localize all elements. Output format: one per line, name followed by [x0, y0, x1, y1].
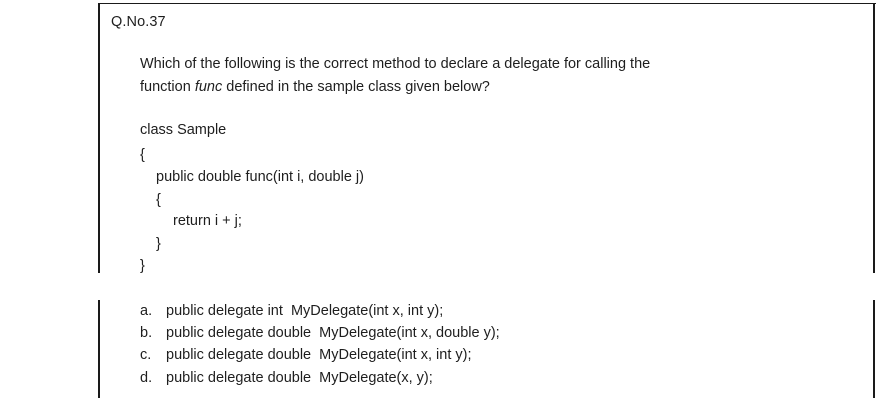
upper-left-border [98, 3, 100, 273]
code-line-open-brace: { [140, 147, 145, 163]
question-line-2: function func defined in the sample clas… [140, 76, 780, 99]
option-c[interactable]: c. public delegate double MyDelegate(int … [140, 345, 471, 365]
function-name: func [194, 79, 223, 95]
option-b[interactable]: b. public delegate double MyDelegate(int … [140, 323, 500, 343]
question-line-2-end: defined in the sample class given below? [222, 79, 490, 95]
code-line-method-close-brace: } [156, 236, 161, 252]
code-line-method: public double func(int i, double j) [156, 169, 364, 185]
code-line-class: class Sample [140, 122, 227, 138]
option-text: public delegate int MyDelegate(int x, in… [166, 303, 444, 319]
question-page: Q.No.37 Which of the following is the co… [0, 0, 884, 419]
option-letter: c. [140, 347, 152, 363]
lower-left-border [98, 300, 100, 398]
question-number: Q.No.37 [111, 14, 166, 30]
option-d[interactable]: d. public delegate double MyDelegate(x, y… [140, 368, 433, 388]
option-letter: b. [140, 325, 153, 341]
option-text: public delegate double MyDelegate(int x,… [166, 325, 500, 341]
question-text: Which of the following is the correct me… [140, 53, 780, 99]
option-text: public delegate double MyDelegate(x, y); [166, 370, 433, 386]
option-letter: d. [140, 370, 153, 386]
code-line-method-open-brace: { [156, 192, 161, 208]
question-line-2-start: function [140, 79, 195, 95]
upper-right-border [873, 3, 875, 273]
option-text: public delegate double MyDelegate(int x,… [166, 347, 472, 363]
top-border [100, 3, 876, 4]
code-line-return: return i + j; [173, 213, 242, 229]
lower-right-border [873, 300, 875, 398]
option-letter: a. [140, 303, 153, 319]
option-a[interactable]: a. public delegate int MyDelegate(int x, … [140, 301, 443, 321]
question-line-1: Which of the following is the correct me… [140, 56, 651, 72]
code-line-close-brace: } [140, 258, 145, 274]
